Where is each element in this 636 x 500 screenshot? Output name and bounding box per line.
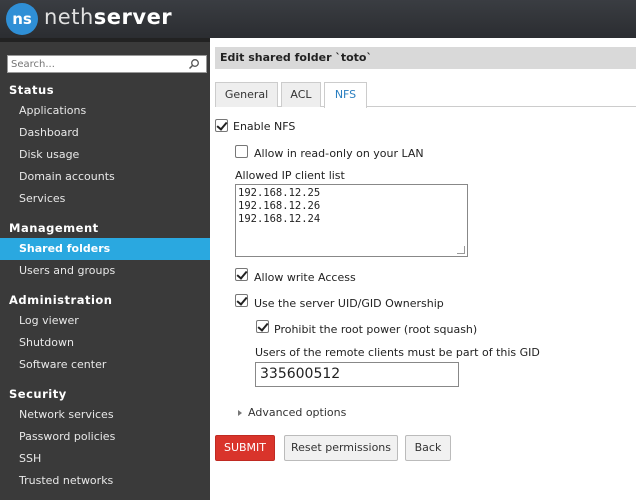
tab-bar: General ACL NFS: [215, 82, 636, 108]
sidebar-item-disk-usage[interactable]: Disk usage: [0, 144, 210, 166]
ip-list-label: Allowed IP client list: [235, 169, 345, 182]
brand-name-part1: neth: [44, 5, 94, 29]
nethserver-logo[interactable]: ns: [6, 3, 38, 35]
write-access-label: Allow write Access: [254, 271, 356, 284]
section-administration: Administration: [9, 293, 113, 307]
section-management: Management: [9, 221, 99, 235]
ip-list-textarea[interactable]: 192.168.12.25 192.168.12.26 192.168.12.2…: [235, 184, 468, 257]
sidebar-item-ssh[interactable]: SSH: [0, 448, 210, 470]
back-button[interactable]: Back: [405, 435, 451, 461]
brand-name[interactable]: nethserver: [44, 5, 172, 29]
tab-acl[interactable]: ACL: [281, 82, 321, 107]
ip-list-entry: 192.168.12.25: [238, 187, 321, 199]
sidebar-item-log-viewer[interactable]: Log viewer: [0, 310, 210, 332]
sidebar: Status Applications Dashboard Disk usage…: [0, 38, 210, 500]
sidebar-item-users-and-groups[interactable]: Users and groups: [0, 260, 210, 282]
advanced-options-toggle[interactable]: Advanced options: [238, 406, 346, 419]
read-only-label: Allow in read-only on your LAN: [254, 147, 424, 160]
sidebar-item-software-center[interactable]: Software center: [0, 354, 210, 376]
tab-nfs[interactable]: NFS: [324, 82, 367, 108]
root-squash-checkbox[interactable]: [256, 320, 269, 333]
sidebar-item-shutdown[interactable]: Shutdown: [0, 332, 210, 354]
sidebar-item-services[interactable]: Services: [0, 188, 210, 210]
read-only-checkbox[interactable]: [235, 145, 248, 158]
uid-gid-checkbox[interactable]: [235, 294, 248, 307]
section-status: Status: [9, 83, 55, 97]
root-squash-label: Prohibit the root power (root squash): [274, 323, 478, 336]
sidebar-item-network-services[interactable]: Network services: [0, 404, 210, 426]
gid-label: Users of the remote clients must be part…: [255, 346, 540, 359]
section-security: Security: [9, 387, 67, 401]
reset-permissions-button[interactable]: Reset permissions: [284, 435, 398, 461]
search-box: [7, 55, 207, 73]
sidebar-item-shared-folders[interactable]: Shared folders: [0, 238, 210, 260]
header-bar: ns nethserver: [0, 0, 636, 38]
ip-list-entry: 192.168.12.24: [238, 213, 321, 225]
gid-input[interactable]: 335600512: [255, 362, 459, 387]
page-title: Edit shared folder `toto`: [215, 47, 636, 69]
submit-button[interactable]: SUBMIT: [215, 435, 275, 461]
tab-general[interactable]: General: [215, 82, 278, 107]
write-access-checkbox[interactable]: [235, 268, 248, 281]
enable-nfs-checkbox[interactable]: [215, 119, 228, 132]
caret-right-icon: [238, 410, 242, 416]
ip-list-entry: 192.168.12.26: [238, 200, 321, 212]
uid-gid-label: Use the server UID/GID Ownership: [254, 297, 444, 310]
sidebar-item-applications[interactable]: Applications: [0, 100, 210, 122]
brand-name-part2: server: [93, 5, 173, 29]
advanced-options-label: Advanced options: [248, 406, 347, 419]
sidebar-item-dashboard[interactable]: Dashboard: [0, 122, 210, 144]
sidebar-item-domain-accounts[interactable]: Domain accounts: [0, 166, 210, 188]
sidebar-item-trusted-networks[interactable]: Trusted networks: [0, 470, 210, 492]
resize-handle[interactable]: [457, 246, 465, 254]
enable-nfs-label: Enable NFS: [233, 120, 296, 133]
sidebar-item-password-policies[interactable]: Password policies: [0, 426, 210, 448]
search-icon[interactable]: [188, 58, 200, 70]
search-input[interactable]: [11, 57, 181, 71]
